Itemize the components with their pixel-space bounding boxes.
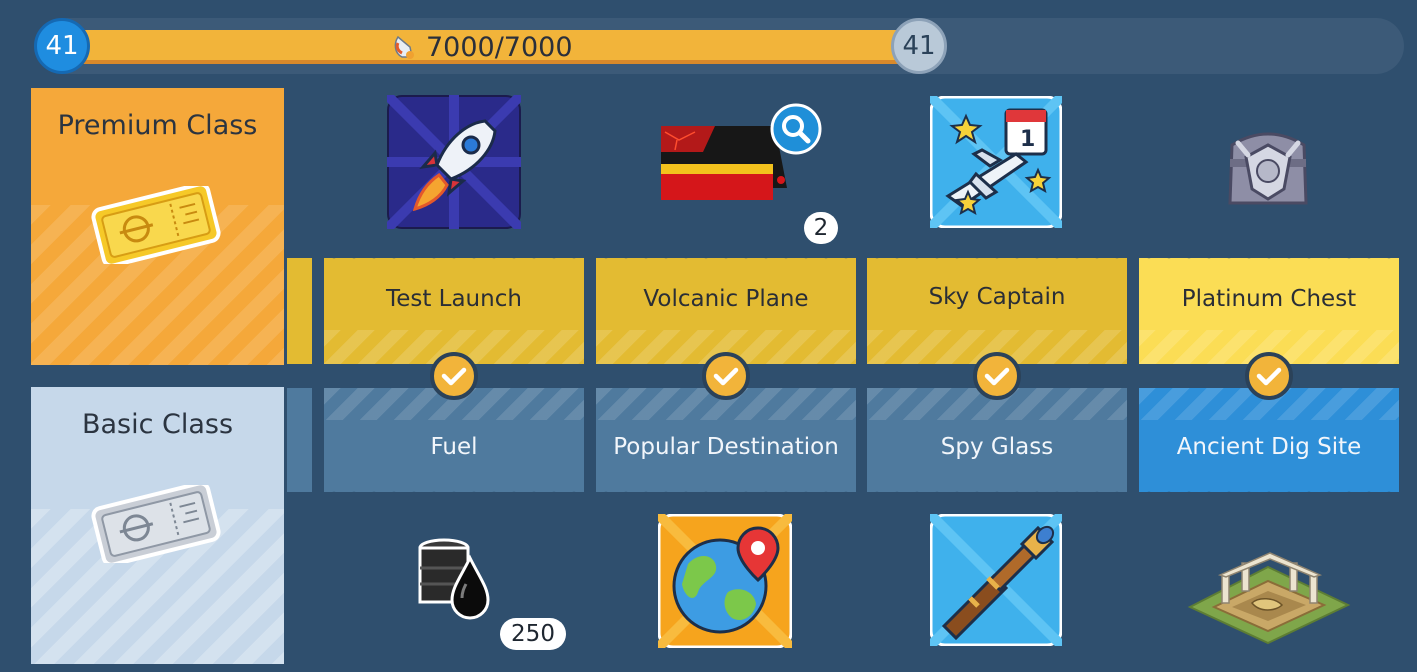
reward-label: Platinum Chest [1181, 286, 1357, 312]
spyglass-icon[interactable] [930, 514, 1062, 646]
reward-label: Volcanic Plane [643, 286, 809, 312]
search-icon[interactable] [770, 103, 822, 155]
basic-reward-card[interactable]: Spy Glass [867, 388, 1127, 497]
volcanic-plane-count: 2 [804, 212, 838, 244]
dig-site-icon[interactable] [1186, 545, 1352, 645]
oil-barrel-icon[interactable] [414, 538, 494, 620]
basic-class-label: Basic Class [81, 409, 234, 440]
premium-class-panel[interactable]: Premium Class [31, 88, 284, 365]
claimed-check-icon [973, 352, 1021, 400]
basic-reward-card[interactable]: Ancient Dig Site [1139, 388, 1399, 497]
premium-class-label: Premium Class [57, 110, 258, 141]
premium-reward-card[interactable]: Test Launch [324, 253, 584, 364]
fuel-icon [394, 35, 414, 59]
reward-label: Ancient Dig Site [1176, 434, 1362, 460]
basic-reward-card[interactable]: Fuel [324, 388, 584, 497]
svg-text:1: 1 [1020, 127, 1035, 152]
gold-ticket-icon [91, 186, 221, 264]
reward-label: Test Launch [386, 286, 522, 312]
basic-class-panel[interactable]: Basic Class [31, 387, 284, 664]
reward-label: Spy Glass [940, 434, 1054, 460]
premium-reward-card[interactable]: Volcanic Plane [596, 253, 856, 364]
fuel-count: 250 [500, 618, 566, 650]
reward-label: Fuel [430, 434, 478, 460]
premium-reward-card[interactable]: Sky Captain [867, 253, 1127, 364]
sky-captain-icon[interactable]: 1 [930, 96, 1062, 228]
progress-readout: 7000/7000 [388, 28, 573, 66]
premium-reward-card[interactable]: Platinum Chest [1139, 253, 1399, 364]
claimed-check-icon [1245, 352, 1293, 400]
claimed-check-icon [430, 352, 478, 400]
reward-label: Popular Destination [613, 434, 839, 460]
basic-reward-card[interactable]: Popular Destination [596, 388, 856, 497]
progress-points: 7000/7000 [426, 31, 573, 63]
rocket-icon[interactable] [387, 95, 521, 229]
next-level-badge: 41 [891, 18, 947, 74]
basic-reward-card-partial [287, 388, 312, 492]
premium-reward-card-partial [287, 258, 312, 364]
claimed-check-icon [702, 352, 750, 400]
reward-label: Sky Captain [928, 284, 1066, 310]
platinum-chest-icon[interactable] [1218, 115, 1318, 215]
silver-ticket-icon [91, 485, 221, 563]
current-level-badge: 41 [34, 18, 90, 74]
globe-pin-icon[interactable] [658, 514, 792, 648]
